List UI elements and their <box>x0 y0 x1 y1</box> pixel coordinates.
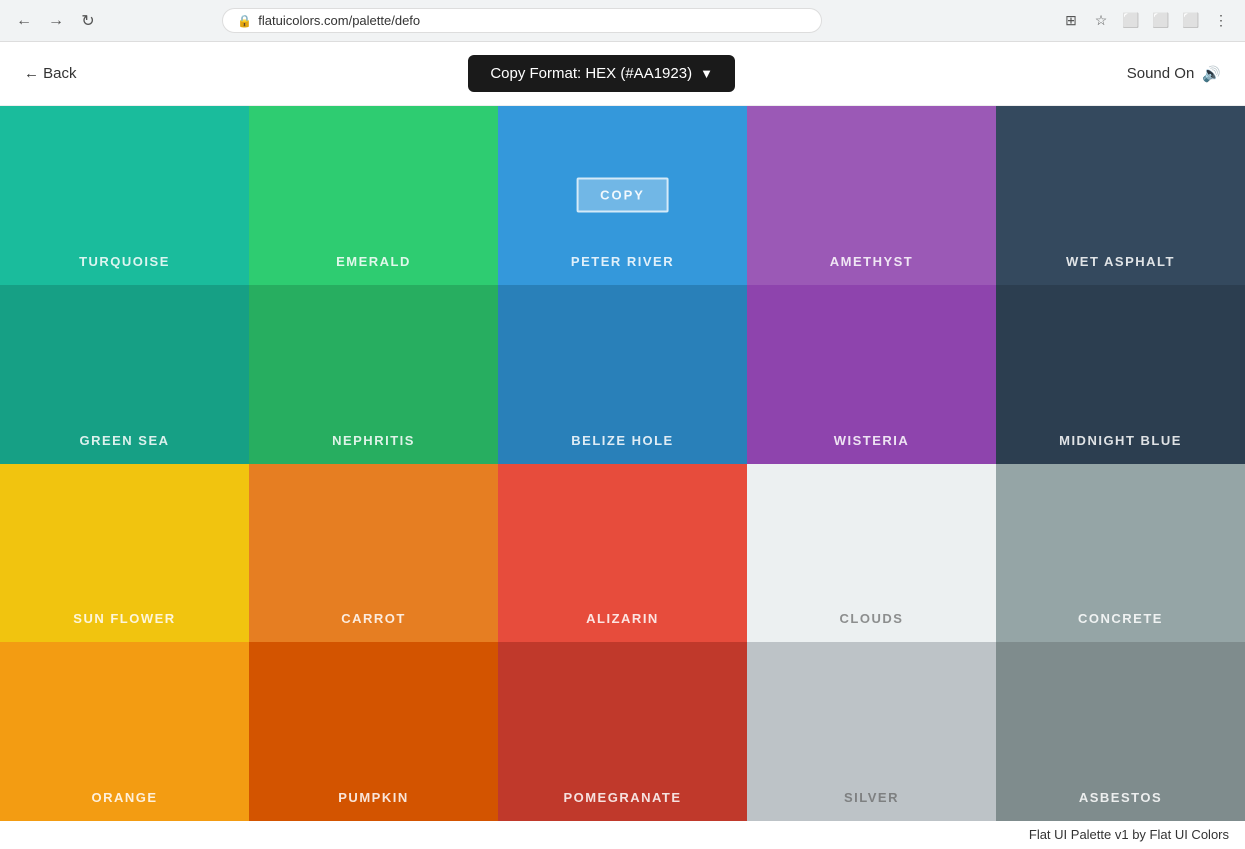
color-cell-clouds[interactable]: COPYCLOUDS <box>747 464 996 643</box>
color-cell-orange[interactable]: COPYORANGE <box>0 642 249 821</box>
color-cell-pumpkin[interactable]: COPYPUMPKIN <box>249 642 498 821</box>
color-name-orange: ORANGE <box>91 790 157 805</box>
color-cell-alizarin[interactable]: COPYALIZARIN <box>498 464 747 643</box>
color-name-carrot: CARROT <box>341 611 406 626</box>
star-icon[interactable]: ☆ <box>1089 9 1113 33</box>
color-cell-silver[interactable]: COPYSILVER <box>747 642 996 821</box>
copy-format-label: Copy Format: HEX (#AA1923) <box>490 65 692 82</box>
url-text: flatuicolors.com/palette/defo <box>258 13 420 28</box>
color-name-concrete: CONCRETE <box>1078 611 1163 626</box>
color-cell-sun-flower[interactable]: COPYSUN FLOWER <box>0 464 249 643</box>
ext1-icon[interactable]: ⬜ <box>1119 9 1143 33</box>
color-cell-pomegranate[interactable]: COPYPOMEGRANATE <box>498 642 747 821</box>
color-name-pumpkin: PUMPKIN <box>338 790 408 805</box>
color-cell-turquoise[interactable]: COPYTURQUOISE <box>0 106 249 285</box>
color-cell-carrot[interactable]: COPYCARROT <box>249 464 498 643</box>
ext2-icon[interactable]: ⬜ <box>1149 9 1173 33</box>
color-cell-asbestos[interactable]: COPYASBESTOS <box>996 642 1245 821</box>
color-cell-amethyst[interactable]: COPYAMETHYST <box>747 106 996 285</box>
color-cell-nephritis[interactable]: COPYNEPHRITIS <box>249 285 498 464</box>
color-name-nephritis: NEPHRITIS <box>332 433 415 448</box>
back-button[interactable]: ← Back <box>24 65 77 82</box>
color-cell-wet-asphalt[interactable]: COPYWET ASPHALT <box>996 106 1245 285</box>
color-name-belize-hole: BELIZE HOLE <box>571 433 673 448</box>
color-cell-concrete[interactable]: COPYCONCRETE <box>996 464 1245 643</box>
copy-button-peter-river[interactable]: COPY <box>576 178 669 213</box>
app-header: ← Back Copy Format: HEX (#AA1923) ▼ Soun… <box>0 42 1245 106</box>
back-nav-button[interactable]: ← <box>12 9 36 33</box>
color-name-turquoise: TURQUOISE <box>79 254 170 269</box>
copy-format-button[interactable]: Copy Format: HEX (#AA1923) ▼ <box>468 55 735 92</box>
browser-chrome: ← → ↻ 🔒 flatuicolors.com/palette/defo ⊞ … <box>0 0 1245 42</box>
color-name-emerald: EMERALD <box>336 254 411 269</box>
sound-icon: 🔊 <box>1202 65 1221 83</box>
color-name-pomegranate: POMEGRANATE <box>563 790 681 805</box>
color-cell-emerald[interactable]: COPYEMERALD <box>249 106 498 285</box>
color-cell-belize-hole[interactable]: COPYBELIZE HOLE <box>498 285 747 464</box>
dropdown-arrow-icon: ▼ <box>700 66 713 81</box>
footer-credit: Flat UI Palette v1 by Flat UI Colors <box>1029 827 1229 842</box>
color-name-peter-river: PETER RIVER <box>571 254 674 269</box>
color-name-sun-flower: SUN FLOWER <box>73 611 175 626</box>
color-name-midnight-blue: MIDNIGHT BLUE <box>1059 433 1182 448</box>
color-name-asbestos: ASBESTOS <box>1079 790 1162 805</box>
color-name-wet-asphalt: WET ASPHALT <box>1066 254 1175 269</box>
reload-nav-button[interactable]: ↻ <box>76 9 100 33</box>
color-cell-midnight-blue[interactable]: COPYMIDNIGHT BLUE <box>996 285 1245 464</box>
sound-button[interactable]: Sound On 🔊 <box>1127 65 1221 83</box>
app-footer: Flat UI Palette v1 by Flat UI Colors <box>0 821 1245 848</box>
color-name-green-sea: GREEN SEA <box>79 433 169 448</box>
address-bar[interactable]: 🔒 flatuicolors.com/palette/defo <box>222 8 822 33</box>
lock-icon: 🔒 <box>237 14 252 28</box>
forward-nav-button[interactable]: → <box>44 9 68 33</box>
color-cell-wisteria[interactable]: COPYWISTERIA <box>747 285 996 464</box>
color-name-wisteria: WISTERIA <box>834 433 910 448</box>
color-cell-peter-river[interactable]: COPY PETER RIVER <box>498 106 747 285</box>
color-name-alizarin: ALIZARIN <box>586 611 659 626</box>
color-name-silver: SILVER <box>844 790 899 805</box>
color-name-clouds: CLOUDS <box>840 611 904 626</box>
sound-label: Sound On <box>1127 65 1195 82</box>
browser-icons: ⊞ ☆ ⬜ ⬜ ⬜ ⋮ <box>1059 9 1233 33</box>
color-name-amethyst: AMETHYST <box>830 254 914 269</box>
color-cell-green-sea[interactable]: COPYGREEN SEA <box>0 285 249 464</box>
translate-icon[interactable]: ⊞ <box>1059 9 1083 33</box>
color-grid: COPYTURQUOISECOPYEMERALDCOPYPETER RIVERC… <box>0 106 1245 821</box>
ext3-icon[interactable]: ⬜ <box>1179 9 1203 33</box>
menu-icon[interactable]: ⋮ <box>1209 9 1233 33</box>
